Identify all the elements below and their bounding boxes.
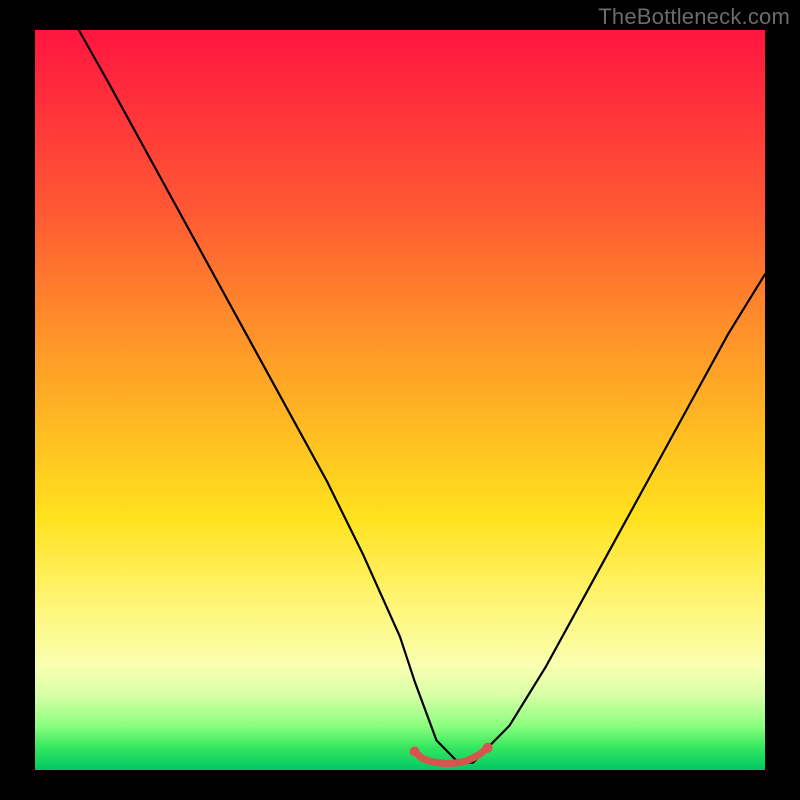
plot-area	[35, 30, 765, 770]
marker-end-dot	[483, 743, 493, 753]
curve-layer	[35, 30, 765, 770]
chart-frame: TheBottleneck.com	[0, 0, 800, 800]
watermark-text: TheBottleneck.com	[598, 4, 790, 30]
marker-start-dot	[410, 747, 420, 757]
main-curve	[79, 30, 765, 763]
